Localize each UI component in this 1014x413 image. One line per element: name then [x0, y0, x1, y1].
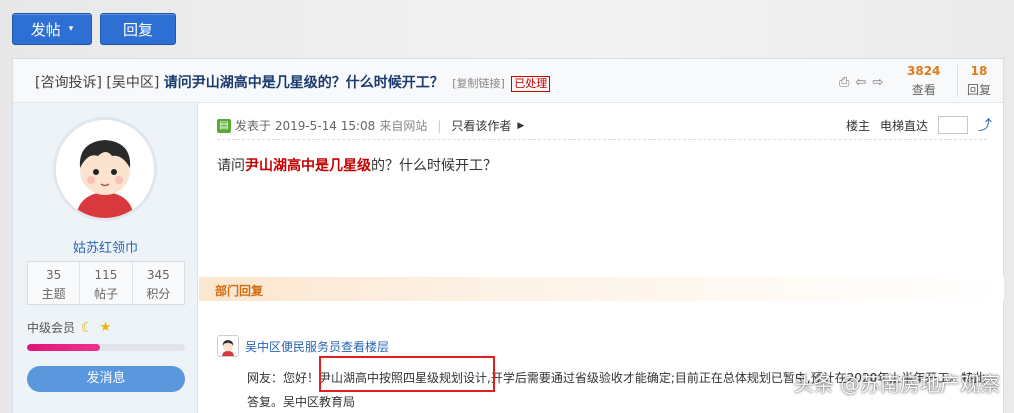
stat-value: 115: [94, 268, 118, 282]
copy-link[interactable]: [复制链接]: [452, 77, 505, 90]
post-content: ▤ 发表于 2019-5-14 15:08 来自网站 | 只看该作者 ▶ 楼主 …: [199, 103, 1004, 413]
stat-label: 积分: [146, 287, 171, 301]
user-stats: 35 主题 115 帖子 345 积分: [27, 261, 185, 305]
floor-owner-label: 楼主: [845, 118, 870, 133]
thread-title-line: [咨询投诉] [吴中区] 请问尹山湖高中是几星级的？什么时候开工？ [复制链接]…: [35, 72, 551, 92]
stat-posts[interactable]: 115 帖子: [80, 262, 133, 304]
dept-reply-author: 吴中区便民服务员查看楼层: [217, 335, 389, 357]
stat-topics[interactable]: 35 主题: [28, 262, 81, 304]
replies-stat: 18 回复: [967, 64, 991, 98]
district-link[interactable]: [吴中区]: [106, 75, 159, 91]
post-body: 请问尹山湖高中是几星级的？什么时候开工？: [217, 155, 497, 175]
moon-icon: ☾: [81, 319, 94, 336]
new-post-button[interactable]: 发帖 ▾: [12, 13, 92, 45]
new-post-label: 发帖: [30, 20, 61, 39]
body-highlight: 尹山湖高中是几星级: [245, 158, 371, 174]
floor-tools: 楼主 电梯直达 ⤴: [846, 115, 992, 135]
body-suffix: 的？什么时候开工？: [371, 158, 497, 174]
dept-reply-title: 部门回复: [215, 284, 264, 298]
stat-divider: [957, 65, 958, 97]
highlight-box: [319, 356, 495, 392]
dept-reply-header: 部门回复: [199, 277, 1004, 301]
replies-label: 回复: [967, 83, 992, 97]
watermark: 头条 @苏南房地产观察: [793, 372, 1000, 396]
thread-tools: ⎙ ⇦ ⇨: [839, 75, 883, 90]
member-level: 中级会员 ☾ ★: [27, 319, 111, 336]
divider: [217, 139, 987, 140]
stat-value: 345: [146, 268, 170, 282]
stat-label: 帖子: [93, 287, 118, 301]
floor-jump-input[interactable]: [938, 116, 968, 134]
stat-points[interactable]: 345 积分: [133, 262, 184, 304]
star-icon: ★: [99, 320, 112, 335]
author-only-link[interactable]: 只看该作者: [451, 117, 511, 134]
jump-go-icon[interactable]: ⤴: [978, 115, 992, 135]
body-prefix: 请问: [217, 158, 245, 174]
chevron-down-icon: ▾: [68, 24, 74, 34]
thread-header: [咨询投诉] [吴中区] 请问尹山湖高中是几星级的？什么时候开工？ [复制链接]…: [13, 59, 1003, 103]
stat-label: 主题: [41, 287, 66, 301]
prev-icon[interactable]: ⇦: [855, 75, 866, 90]
replies-count: 18: [970, 64, 988, 78]
category-link[interactable]: [咨询投诉]: [35, 75, 102, 91]
post-source: 来自网站: [379, 119, 428, 133]
arrow-right-icon: ▶: [517, 120, 525, 131]
username[interactable]: 姑苏红领巾: [13, 237, 198, 256]
level-label: 中级会员: [27, 321, 76, 335]
thread-title[interactable]: 请问尹山湖高中是几星级的？什么时候开工？: [164, 75, 444, 91]
avatar[interactable]: [217, 335, 239, 357]
level-progress-fill: [27, 344, 100, 351]
status-badge: 已处理: [511, 76, 551, 92]
thread-panel: [咨询投诉] [吴中区] 请问尹山湖高中是几星级的？什么时候开工？ [复制链接]…: [12, 58, 1004, 413]
views-count: 3824: [907, 64, 941, 78]
level-progress-bar: [27, 344, 185, 351]
next-icon[interactable]: ⇨: [872, 75, 883, 90]
author-sidebar: 姑苏红领巾 35 主题 115 帖子 345 积分 中级会员 ☾ ★ 发消息: [13, 103, 198, 413]
views-stat: 3824 查看: [907, 64, 940, 98]
send-message-button[interactable]: 发消息: [27, 366, 185, 392]
meta-separator: |: [437, 118, 442, 133]
views-label: 查看: [911, 83, 936, 97]
reply-button[interactable]: 回复: [100, 13, 176, 45]
post-icon: ▤: [217, 118, 231, 133]
dept-reply-line2: 答复。吴中区教育局: [247, 395, 356, 409]
jump-label: 电梯直达: [879, 118, 928, 133]
avatar[interactable]: [53, 117, 157, 221]
reply-label: 回复: [122, 20, 153, 39]
top-toolbar: 发帖 ▾ 回复: [12, 13, 176, 45]
print-icon[interactable]: ⎙: [839, 75, 849, 90]
post-time: 发表于 2019-5-14 15:08: [235, 119, 376, 133]
post-meta: ▤ 发表于 2019-5-14 15:08 来自网站 | 只看该作者 ▶: [217, 117, 524, 134]
dept-reply-name[interactable]: 吴中区便民服务员查看楼层: [245, 338, 389, 355]
stat-value: 35: [46, 268, 62, 282]
